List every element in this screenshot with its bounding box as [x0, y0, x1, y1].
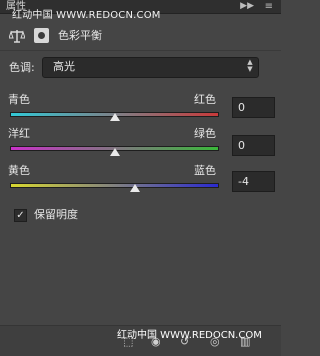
- slider-yellow-label: 黄色: [8, 164, 30, 177]
- color-balance-icon: [9, 30, 25, 43]
- slider-thumb-yellow-blue[interactable]: [130, 184, 141, 192]
- cyan-red-value-field[interactable]: 0: [232, 97, 275, 118]
- tone-select[interactable]: 高光 ▲ ▼: [42, 57, 259, 78]
- watermark-bottom: 红动中国 WWW.REDOCN.COM: [117, 330, 262, 341]
- panel-title: 色彩平衡: [58, 29, 102, 42]
- slider-thumb-cyan-red[interactable]: [109, 113, 120, 121]
- slider-magenta-label: 洋红: [8, 127, 30, 140]
- slider-green-label: 绿色: [194, 127, 216, 140]
- panel-header: 色彩平衡: [0, 22, 281, 50]
- yellow-blue-value-field[interactable]: -4: [232, 171, 275, 192]
- tone-select-value: 高光: [53, 60, 75, 73]
- magenta-green-value: 0: [238, 139, 245, 152]
- preserve-luminosity-label: 保留明度: [34, 208, 78, 221]
- watermark-top: 红动中国 WWW.REDOCN.COM: [12, 10, 161, 21]
- slider-thumb-magenta-green[interactable]: [109, 148, 120, 156]
- magenta-green-value-field[interactable]: 0: [232, 135, 275, 156]
- cyan-red-value: 0: [238, 101, 245, 114]
- tone-label: 色调:: [9, 61, 35, 74]
- yellow-blue-value: -4: [238, 175, 249, 188]
- layer-mask-icon[interactable]: [34, 28, 49, 43]
- select-arrows-icon: ▲ ▼: [247, 58, 253, 73]
- panel-menu-icon[interactable]: ≡: [265, 1, 273, 13]
- divider: [0, 50, 281, 51]
- panel-footer: ⬚ ◉ ↺ ◎ ▥ 红动中国 WWW.REDOCN.COM: [0, 325, 281, 356]
- slider-track-yellow-blue[interactable]: [10, 183, 219, 188]
- preserve-luminosity-checkbox[interactable]: ✓: [14, 209, 27, 222]
- slider-cyan-label: 青色: [8, 93, 30, 106]
- slider-blue-label: 蓝色: [194, 164, 216, 177]
- collapse-icon[interactable]: ▶▶: [240, 0, 254, 13]
- slider-red-label: 红色: [194, 93, 216, 106]
